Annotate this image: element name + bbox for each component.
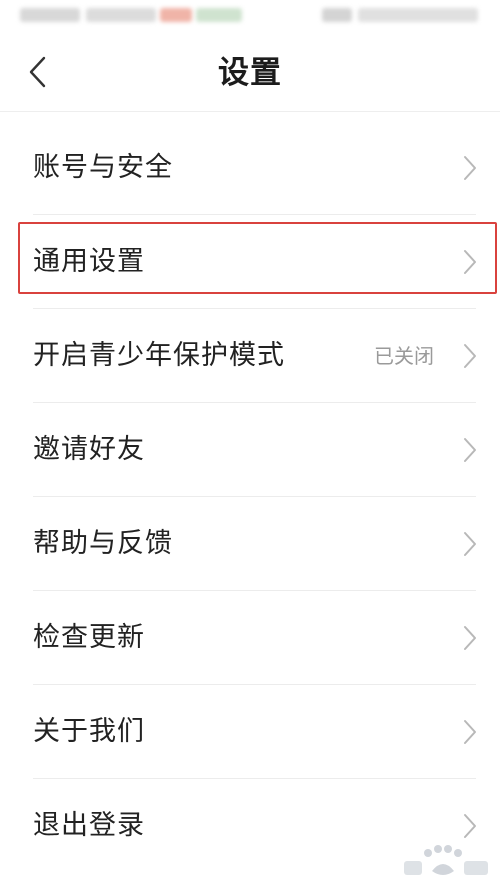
menu-item-label: 检查更新 [33,622,145,653]
watermark-logo [404,845,488,875]
status-bar-blur [20,8,80,22]
menu-item-youth-mode[interactable]: 开启青少年保护模式 已关闭 [0,309,500,403]
menu-item-account-security[interactable]: 账号与安全 [0,121,500,215]
chevron-right-icon [464,532,476,556]
chevron-right-icon [464,250,476,274]
chevron-right-icon [464,344,476,368]
status-bar [0,0,500,34]
menu-item-label: 通用设置 [33,246,145,277]
menu-item-label: 退出登录 [33,810,145,841]
status-bar-blur [322,8,352,22]
menu-item-label: 开启青少年保护模式 [33,340,285,371]
menu-item-about-us[interactable]: 关于我们 [0,685,500,779]
chevron-right-icon [464,626,476,650]
menu-item-label: 帮助与反馈 [33,528,173,559]
menu-item-check-update[interactable]: 检查更新 [0,591,500,685]
menu-item-label: 邀请好友 [33,434,145,465]
status-bar-blur [160,8,192,22]
chevron-right-icon [464,156,476,180]
page-title: 设置 [218,55,282,91]
youth-mode-status: 已关闭 [374,344,434,368]
menu-item-invite-friends[interactable]: 邀请好友 [0,403,500,497]
chevron-right-icon [464,814,476,838]
chevron-right-icon [464,720,476,744]
status-bar-blur [196,8,242,22]
settings-menu: 账号与安全 通用设置 开启青少年保护模式 已关闭 邀请好友 帮助与反馈 检查更新… [0,121,500,873]
status-bar-blur [358,8,478,22]
menu-item-label: 关于我们 [33,716,145,747]
status-bar-blur [86,8,156,22]
chevron-right-icon [464,438,476,462]
menu-item-help-feedback[interactable]: 帮助与反馈 [0,497,500,591]
header: 设置 [0,34,500,112]
menu-item-general-settings[interactable]: 通用设置 [0,215,500,309]
header-divider [0,111,500,112]
menu-item-label: 账号与安全 [33,152,173,183]
